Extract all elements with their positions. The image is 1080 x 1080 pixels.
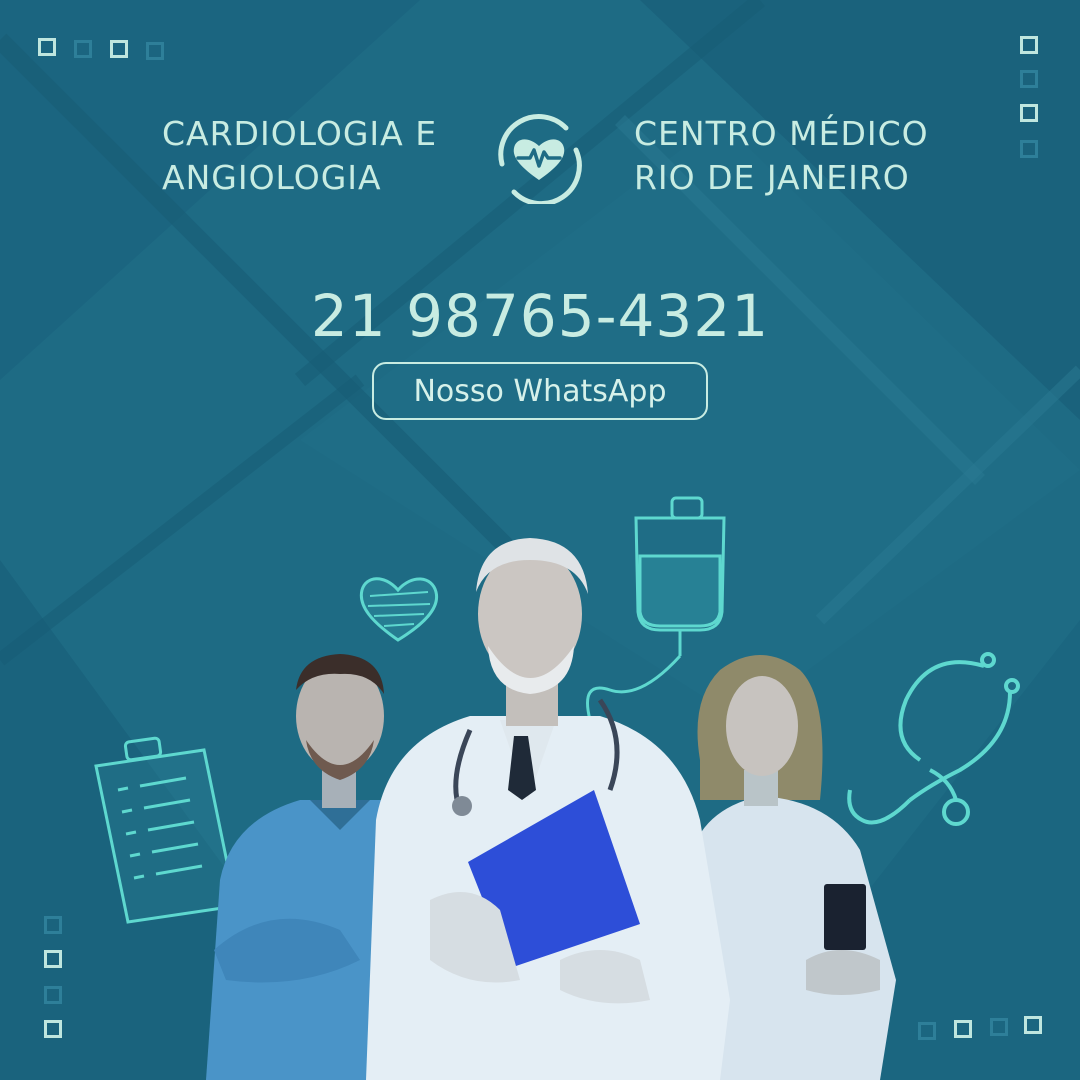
medical-team-illustration <box>206 538 896 1080</box>
poster-canvas: CARDIOLOGIA E ANGIOLOGIA CENTRO MÉDICO R… <box>0 0 1080 1080</box>
senior-doctor <box>366 538 730 1080</box>
